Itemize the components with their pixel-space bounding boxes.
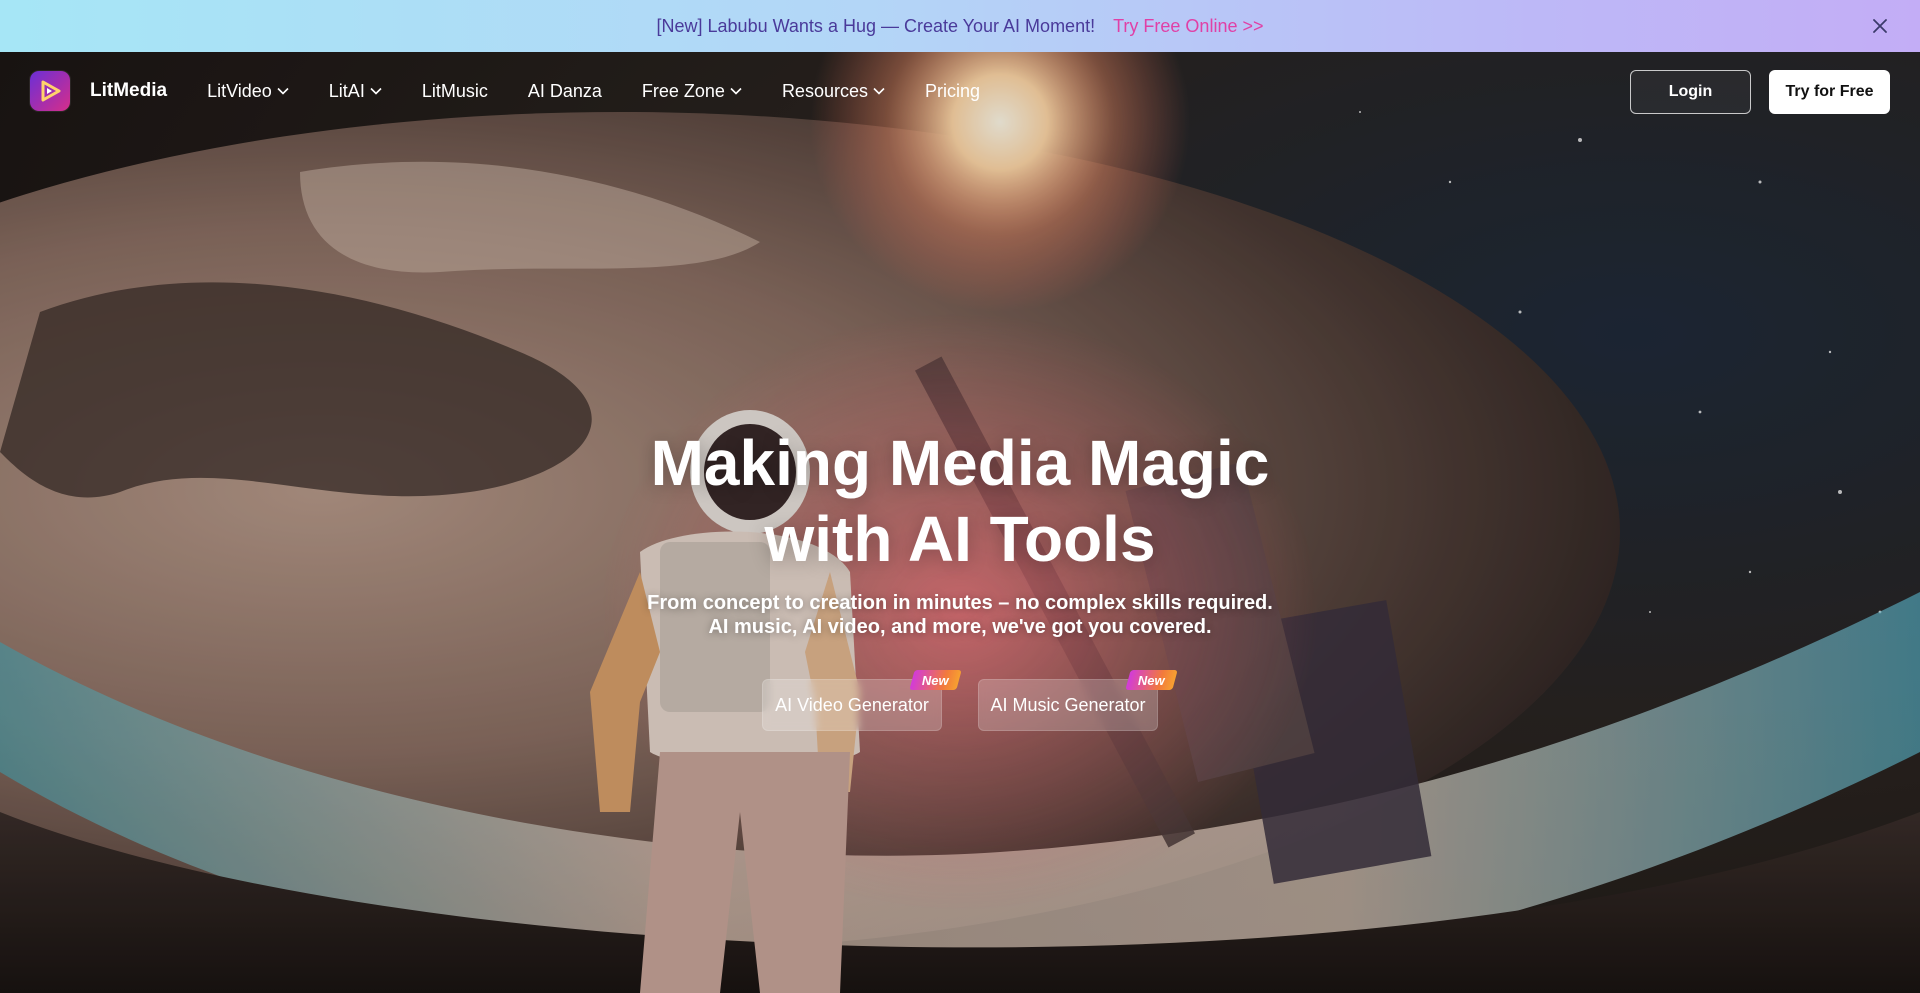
- hero-title-line2: with AI Tools: [764, 503, 1156, 575]
- try-for-free-button[interactable]: Try for Free: [1769, 70, 1890, 114]
- ai-video-generator-button[interactable]: AI Video Generator New: [762, 670, 962, 731]
- nav-item-label: LitAI: [328, 80, 365, 101]
- nav-item-litvideo[interactable]: LitVideo: [207, 81, 289, 102]
- ai-music-generator-button[interactable]: AI Music Generator New: [978, 670, 1178, 731]
- play-logo-icon: [30, 71, 70, 111]
- nav-item-label: AI Danza: [527, 80, 602, 101]
- nav-item-label: Resources: [781, 80, 868, 101]
- chevron-down-icon: [277, 87, 289, 95]
- nav-item-free-zone[interactable]: Free Zone: [642, 81, 742, 102]
- nav-actions: Login Try for Free: [1630, 70, 1890, 114]
- try-free-online-link[interactable]: Try Free Online >>: [1113, 16, 1263, 37]
- login-button[interactable]: Login: [1630, 70, 1751, 114]
- nav-item-litai[interactable]: LitAI: [329, 81, 382, 102]
- chevron-down-icon: [370, 87, 382, 95]
- hero-title-line1: Making Media Magic: [650, 427, 1270, 499]
- chevron-down-icon: [873, 87, 885, 95]
- announcement-banner: [New] Labubu Wants a Hug — Create Your A…: [0, 0, 1920, 52]
- nav-item-litmusic[interactable]: LitMusic: [422, 81, 488, 102]
- main-navigation: LitMedia LitVideo LitAI LitMusic AI Danz…: [0, 52, 1920, 130]
- new-badge: New: [909, 670, 962, 690]
- close-icon[interactable]: [1870, 16, 1890, 36]
- nav-item-resources[interactable]: Resources: [782, 81, 885, 102]
- new-badge: New: [1125, 670, 1178, 690]
- brand-name: LitMedia: [90, 80, 168, 101]
- nav-item-label: LitVideo: [207, 80, 272, 101]
- nav-item-label: Pricing: [924, 80, 981, 101]
- hero-title: Making Media Magic with AI Tools: [0, 425, 1920, 577]
- nav-item-label: LitMusic: [421, 80, 488, 101]
- chevron-down-icon: [730, 87, 742, 95]
- nav-item-ai-danza[interactable]: AI Danza: [528, 81, 602, 102]
- hero-subtitle: From concept to creation in minutes – no…: [647, 592, 1273, 638]
- cta-label: AI Video Generator: [775, 694, 929, 715]
- cta-label: AI Music Generator: [990, 694, 1146, 715]
- nav-item-label: Free Zone: [641, 80, 725, 101]
- nav-item-pricing[interactable]: Pricing: [925, 81, 980, 102]
- announcement-text: [New] Labubu Wants a Hug — Create Your A…: [656, 15, 1096, 36]
- brand-logo[interactable]: LitMedia: [30, 71, 167, 111]
